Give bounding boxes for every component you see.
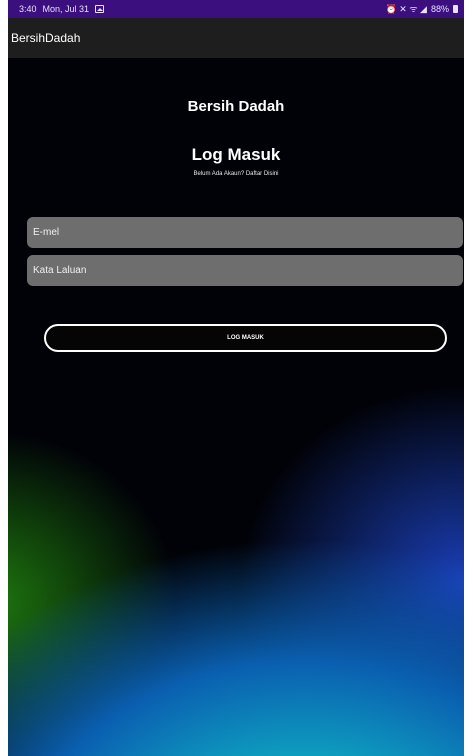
gallery-icon bbox=[95, 5, 105, 13]
device-screen: 3:40 Mon, Jul 31 ⏰ ✕ ᯤ ◢ 88% BersihDadah… bbox=[8, 0, 464, 756]
status-time: 3:40 bbox=[19, 4, 37, 14]
app-name-heading: Bersih Dadah bbox=[187, 98, 285, 115]
status-icons: ⏰ ✕ ᯤ ◢ bbox=[385, 4, 427, 14]
signup-link[interactable]: Belum Ada Akaun? Daftar Disini bbox=[8, 171, 464, 177]
battery-level: 88% bbox=[430, 4, 449, 14]
email-field[interactable] bbox=[27, 217, 463, 248]
login-button[interactable]: LOG MASUK bbox=[44, 324, 447, 352]
login-screen: Bersih Dadah Log Masuk Belum Ada Akaun? … bbox=[8, 58, 464, 756]
password-field[interactable] bbox=[27, 255, 463, 286]
status-date: Mon, Jul 31 bbox=[42, 4, 90, 14]
app-bar: BersihDadah bbox=[8, 18, 464, 58]
app-bar-title: BersihDadah bbox=[11, 31, 81, 45]
status-right: ⏰ ✕ ᯤ ◢ 88% bbox=[386, 0, 458, 18]
status-left: 3:40 Mon, Jul 31 bbox=[19, 0, 105, 18]
status-bar: 3:40 Mon, Jul 31 ⏰ ✕ ᯤ ◢ 88% bbox=[8, 0, 464, 18]
page-title: Log Masuk bbox=[191, 145, 281, 164]
battery-icon bbox=[453, 5, 458, 13]
